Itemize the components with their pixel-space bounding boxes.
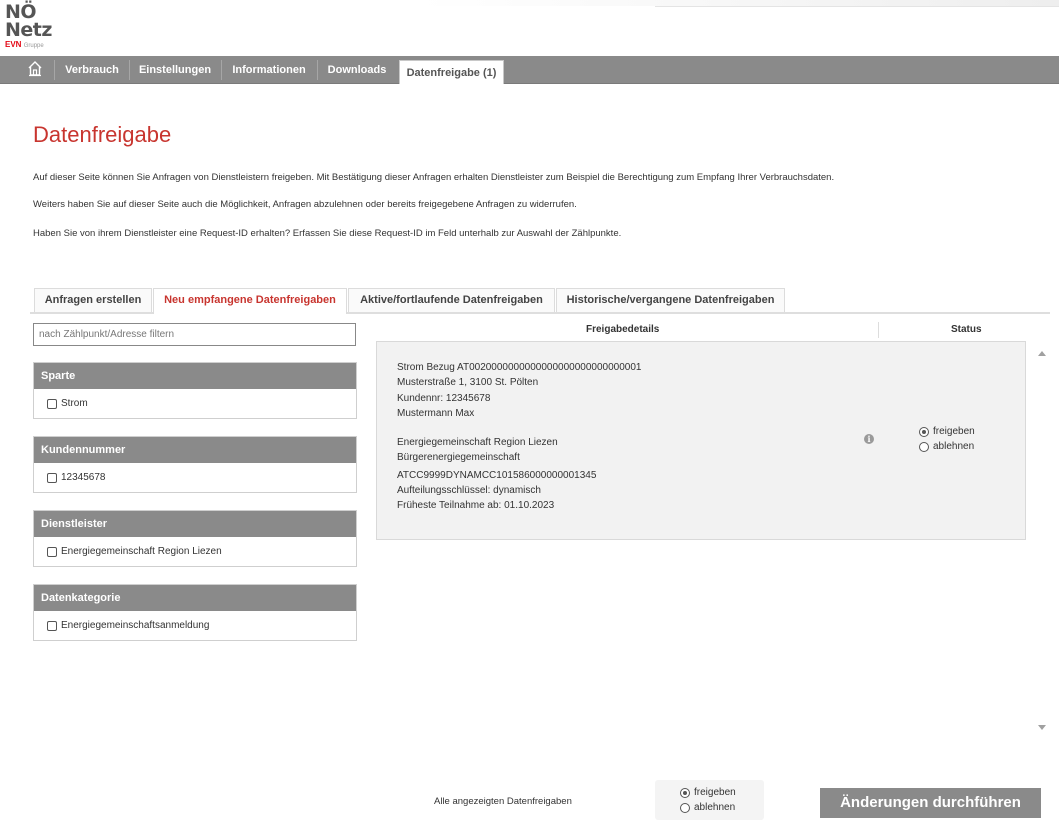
filter-option-strom[interactable]: Strom bbox=[34, 389, 356, 418]
logo-line2: Netz bbox=[5, 19, 52, 41]
bulk-option-freigeben[interactable]: freigeben bbox=[680, 787, 736, 798]
bulk-action-label: Alle angezeigten Datenfreigaben bbox=[434, 796, 572, 807]
filter-group-title: Sparte bbox=[34, 363, 356, 389]
filter-group-dienstleister: Dienstleister Energiegemeinschaft Region… bbox=[33, 510, 357, 567]
bulk-option-ablehnen[interactable]: ablehnen bbox=[680, 802, 735, 813]
nav-separator bbox=[54, 60, 55, 80]
tab-neu-empfangene[interactable]: Neu empfangene Datenfreigaben bbox=[153, 288, 347, 314]
filter-option-label: Strom bbox=[61, 398, 88, 409]
submit-changes-button[interactable]: Änderungen durchführen bbox=[820, 788, 1041, 818]
radio-label: ablehnen bbox=[933, 441, 975, 452]
column-header-details: Freigabedetails bbox=[586, 324, 660, 335]
nav-item-informationen[interactable]: Informationen bbox=[222, 56, 316, 84]
filter-option-dienstleister[interactable]: Energiegemeinschaft Region Liezen bbox=[34, 537, 356, 566]
radio-button[interactable] bbox=[680, 802, 690, 813]
column-header-status: Status bbox=[951, 324, 982, 335]
nav-home-button[interactable] bbox=[22, 56, 48, 84]
tab-aktive[interactable]: Aktive/fortlaufende Datenfreigaben bbox=[348, 288, 555, 312]
card-line-allocation: Aufteilungsschlüssel: dynamisch bbox=[397, 485, 541, 496]
tab-historische[interactable]: Historische/vergangene Datenfreigaben bbox=[556, 288, 785, 312]
checkbox[interactable] bbox=[47, 546, 57, 557]
request-card: Strom Bezug AT00200000000000000000000000… bbox=[376, 341, 1026, 540]
main-nav: Verbrauch Einstellungen Informationen Do… bbox=[0, 56, 1059, 84]
filter-group-title: Datenkategorie bbox=[34, 585, 356, 611]
home-icon bbox=[28, 61, 42, 77]
tab-anfragen-erstellen[interactable]: Anfragen erstellen bbox=[34, 288, 152, 312]
filter-option-label: Energiegemeinschaftsanmeldung bbox=[61, 620, 210, 631]
filter-group-title: Dienstleister bbox=[34, 511, 356, 537]
radio-label: freigeben bbox=[694, 787, 736, 798]
radio-button[interactable] bbox=[919, 426, 929, 437]
card-line-provider: Energiegemeinschaft Region Liezen bbox=[397, 437, 558, 448]
logo-group: Gruppe bbox=[23, 43, 44, 49]
card-line-provider-type: Bürgerenergiegemeinschaft bbox=[397, 452, 520, 463]
filter-option-datenkategorie[interactable]: Energiegemeinschaftsanmeldung bbox=[34, 611, 356, 640]
header-divider bbox=[655, 6, 1059, 7]
page-title: Datenfreigabe bbox=[33, 122, 172, 147]
card-line-community-id: ATCC9999DYNAMCC101586000000001345 bbox=[397, 470, 597, 481]
radio-button[interactable] bbox=[680, 787, 690, 798]
filter-group-title: Kundennummer bbox=[34, 437, 356, 463]
filter-group-kundennummer: Kundennummer 12345678 bbox=[33, 436, 357, 493]
filter-option-kundennummer[interactable]: 12345678 bbox=[34, 463, 356, 492]
card-line-customer-number: Kundennr: 12345678 bbox=[397, 393, 491, 404]
logo[interactable]: NÖ Netz EVN Gruppe bbox=[5, 3, 65, 53]
radio-button[interactable] bbox=[919, 441, 929, 452]
nav-item-verbrauch[interactable]: Verbrauch bbox=[56, 56, 128, 84]
filter-option-label: Energiegemeinschaft Region Liezen bbox=[61, 546, 222, 557]
intro-text: Auf dieser Seite können Sie Anfragen von… bbox=[33, 172, 835, 183]
logo-brand: EVN bbox=[5, 40, 22, 49]
filter-group-sparte: Sparte Strom bbox=[33, 362, 357, 419]
intro-text: Haben Sie von ihrem Dienstleister eine R… bbox=[33, 228, 622, 239]
card-line-customer-name: Mustermann Max bbox=[397, 408, 475, 419]
nav-item-datenfreigabe[interactable]: Datenfreigabe (1) bbox=[399, 60, 504, 84]
intro-text: Weiters haben Sie auf dieser Seite auch … bbox=[33, 199, 577, 210]
bulk-action-options: freigeben ablehnen bbox=[655, 780, 764, 820]
radio-label: ablehnen bbox=[694, 802, 736, 813]
column-separator bbox=[878, 322, 879, 338]
card-line-start-date: Früheste Teilnahme ab: 01.10.2023 bbox=[397, 500, 555, 511]
nav-item-einstellungen[interactable]: Einstellungen bbox=[130, 56, 220, 84]
scroll-down-arrow-icon[interactable] bbox=[1037, 724, 1047, 732]
filter-input[interactable] bbox=[33, 323, 356, 346]
scroll-up-arrow-icon[interactable] bbox=[1037, 349, 1047, 357]
card-line-address: Musterstraße 1, 3100 St. Pölten bbox=[397, 377, 539, 388]
checkbox[interactable] bbox=[47, 398, 57, 409]
info-icon[interactable]: i bbox=[864, 434, 874, 444]
radio-label: freigeben bbox=[933, 426, 975, 437]
status-option-ablehnen[interactable]: ablehnen bbox=[919, 441, 974, 452]
status-option-freigeben[interactable]: freigeben bbox=[919, 426, 975, 437]
logo-subline: EVN Gruppe bbox=[5, 40, 65, 51]
filter-group-datenkategorie: Datenkategorie Energiegemeinschaftsanmel… bbox=[33, 584, 357, 641]
nav-item-downloads[interactable]: Downloads bbox=[318, 56, 396, 84]
checkbox[interactable] bbox=[47, 620, 57, 631]
filter-option-label: 12345678 bbox=[61, 472, 106, 483]
card-line-meter: Strom Bezug AT00200000000000000000000000… bbox=[397, 362, 642, 373]
checkbox[interactable] bbox=[47, 472, 57, 483]
